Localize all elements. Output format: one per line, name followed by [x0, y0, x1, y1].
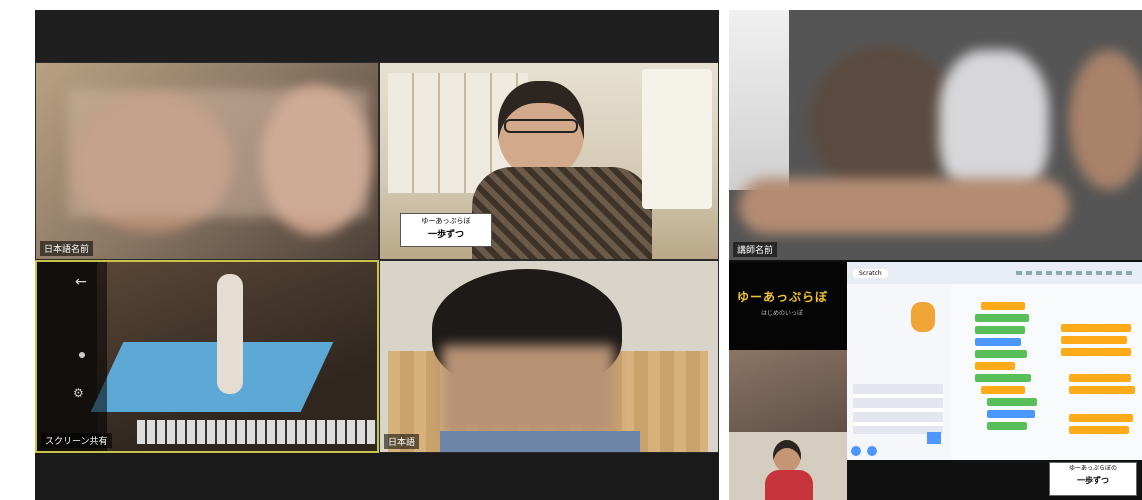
stage-controls [853, 384, 943, 434]
wall-poster [642, 69, 712, 209]
brand-subtitle: はじめのいっぽ [761, 310, 804, 317]
participant-name-label: 日本語 [384, 434, 420, 449]
wall-notes [729, 10, 789, 190]
code-block[interactable] [1069, 386, 1135, 394]
sign-board: ゆーあっぷらぼ 一歩ずつ [400, 213, 492, 247]
mosaic-overlay [68, 89, 368, 217]
code-block[interactable] [975, 350, 1027, 358]
code-block[interactable] [975, 338, 1021, 346]
figure-model [217, 274, 243, 394]
presenter-head [773, 440, 801, 472]
blurred-face-left [809, 46, 959, 196]
code-block[interactable] [975, 326, 1025, 334]
zoom-in-icon[interactable] [851, 446, 861, 456]
participant-name-label: スクリーン共有 [41, 433, 112, 448]
code-block[interactable] [987, 422, 1027, 430]
mosaic-overlay [442, 345, 614, 435]
tab-scratch[interactable]: Scratch [853, 268, 888, 278]
brand-logo: ゆーあっぷらぼ [737, 290, 829, 304]
code-block[interactable] [1069, 414, 1133, 422]
presenter-shirt [472, 167, 652, 259]
code-block[interactable] [975, 374, 1031, 382]
zoom-out-icon[interactable] [867, 446, 877, 456]
code-block[interactable] [1069, 374, 1131, 382]
brand-tile: ゆーあっぷらぼ はじめのいっぽ [729, 262, 847, 350]
arm-thumbnail[interactable] [729, 350, 847, 432]
presenter-thumbnail[interactable] [729, 432, 847, 500]
blocks-palette [847, 284, 951, 460]
video-tile-participant-3[interactable]: ← ⚙ スクリーン共有 [35, 260, 379, 453]
participant-name-label: 講師名前 [733, 242, 778, 257]
blurred-arm [739, 178, 1069, 234]
glasses-icon [504, 119, 578, 133]
presenter-shirt [765, 470, 813, 500]
shared-screen[interactable]: Scratch [847, 262, 1142, 460]
dot-icon[interactable] [79, 352, 85, 358]
sign-line-2: 一歩ずつ [427, 230, 464, 240]
code-block[interactable] [975, 314, 1029, 322]
left-meeting-window: 日本語名前 ゆーあっぷらぼ 一歩ずつ ← ⚙ スクリーン共有 日本語 [35, 10, 719, 500]
blue-mat [90, 342, 334, 412]
child-shirt [440, 431, 640, 452]
sprite-preview [911, 302, 935, 332]
video-tile-participant-4[interactable]: 日本語 [379, 260, 719, 453]
code-block[interactable] [1069, 426, 1129, 434]
code-block[interactable] [975, 362, 1015, 370]
code-block[interactable] [987, 410, 1035, 418]
sign-line-1: ゆーあっぷらぼ [421, 217, 471, 225]
blurred-face-right [1069, 50, 1142, 190]
code-block[interactable] [981, 386, 1025, 394]
code-block[interactable] [987, 398, 1037, 406]
back-arrow-icon[interactable]: ← [75, 274, 87, 290]
code-block[interactable] [1061, 336, 1127, 344]
keyboard [137, 420, 377, 444]
right-meeting-window: 講師名前 ゆーあっぷらぼ はじめのいっぽ Scratch ゆーあっぷらぼの 一歩… [729, 10, 1142, 500]
sign-board: ゆーあっぷらぼの 一歩ずつ [1049, 462, 1137, 496]
participant-name-label: 日本語名前 [40, 241, 94, 256]
code-block[interactable] [1061, 324, 1131, 332]
video-tile-participant-2[interactable]: ゆーあっぷらぼ 一歩ずつ [379, 62, 719, 260]
sign-line-2: 一歩ずつ [1077, 476, 1109, 485]
sign-line-1: ゆーあっぷらぼの [1068, 465, 1117, 472]
bottom-bar [35, 453, 719, 500]
menu-dots [1016, 271, 1136, 275]
code-area [951, 284, 1142, 460]
code-block[interactable] [981, 302, 1025, 310]
sprite-thumbnail[interactable] [927, 432, 941, 444]
scratch-menu-bar: Scratch [847, 262, 1142, 284]
code-block[interactable] [1061, 348, 1131, 356]
camera-control-strip [37, 262, 107, 451]
main-video-tile[interactable]: 講師名前 [729, 10, 1142, 260]
video-tile-participant-1[interactable]: 日本語名前 [35, 62, 379, 260]
gear-icon[interactable]: ⚙ [73, 386, 84, 400]
